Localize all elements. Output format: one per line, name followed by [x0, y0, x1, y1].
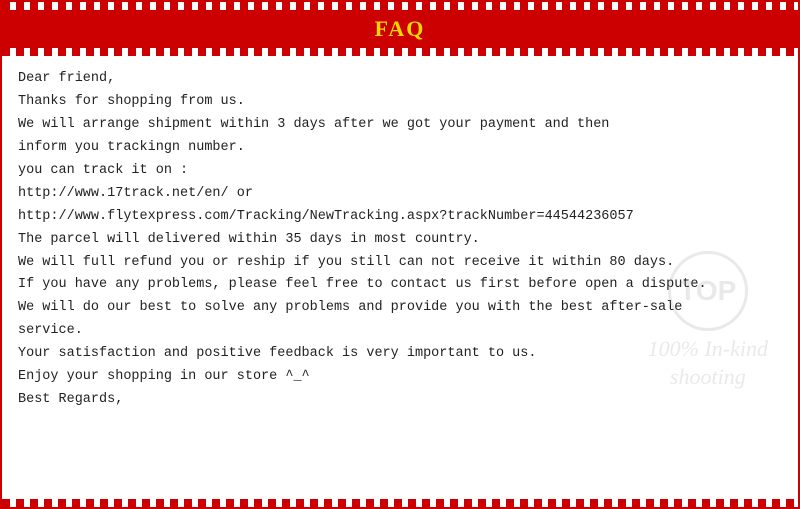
line12: service. [18, 320, 782, 343]
faq-header: FAQ [2, 10, 798, 48]
bottom-dashed-border [2, 499, 798, 507]
line3: We will arrange shipment within 3 days a… [18, 114, 782, 137]
below-header-dashed-border [2, 48, 798, 56]
top-dashed-border [2, 2, 798, 10]
line9: We will full refund you or reship if you… [18, 252, 782, 275]
line7: http://www.flytexpress.com/Tracking/NewT… [18, 206, 782, 229]
line2: Thanks for shopping from us. [18, 91, 782, 114]
line8: The parcel will delivered within 35 days… [18, 229, 782, 252]
line13: Your satisfaction and positive feedback … [18, 343, 782, 366]
line5: you can track it on : [18, 160, 782, 183]
line10: If you have any problems, please feel fr… [18, 274, 782, 297]
faq-title: FAQ [375, 16, 426, 41]
main-container: FAQ Dear friend, Thanks for shopping fro… [0, 0, 800, 509]
line1: Dear friend, [18, 68, 782, 91]
faq-content: Dear friend, Thanks for shopping from us… [2, 56, 798, 422]
line15: Best Regards, [18, 389, 782, 412]
line11: We will do our best to solve any problem… [18, 297, 782, 320]
line6: http://www.17track.net/en/ or [18, 183, 782, 206]
line4: inform you trackingn number. [18, 137, 782, 160]
line14: Enjoy your shopping in our store ^_^ [18, 366, 782, 389]
